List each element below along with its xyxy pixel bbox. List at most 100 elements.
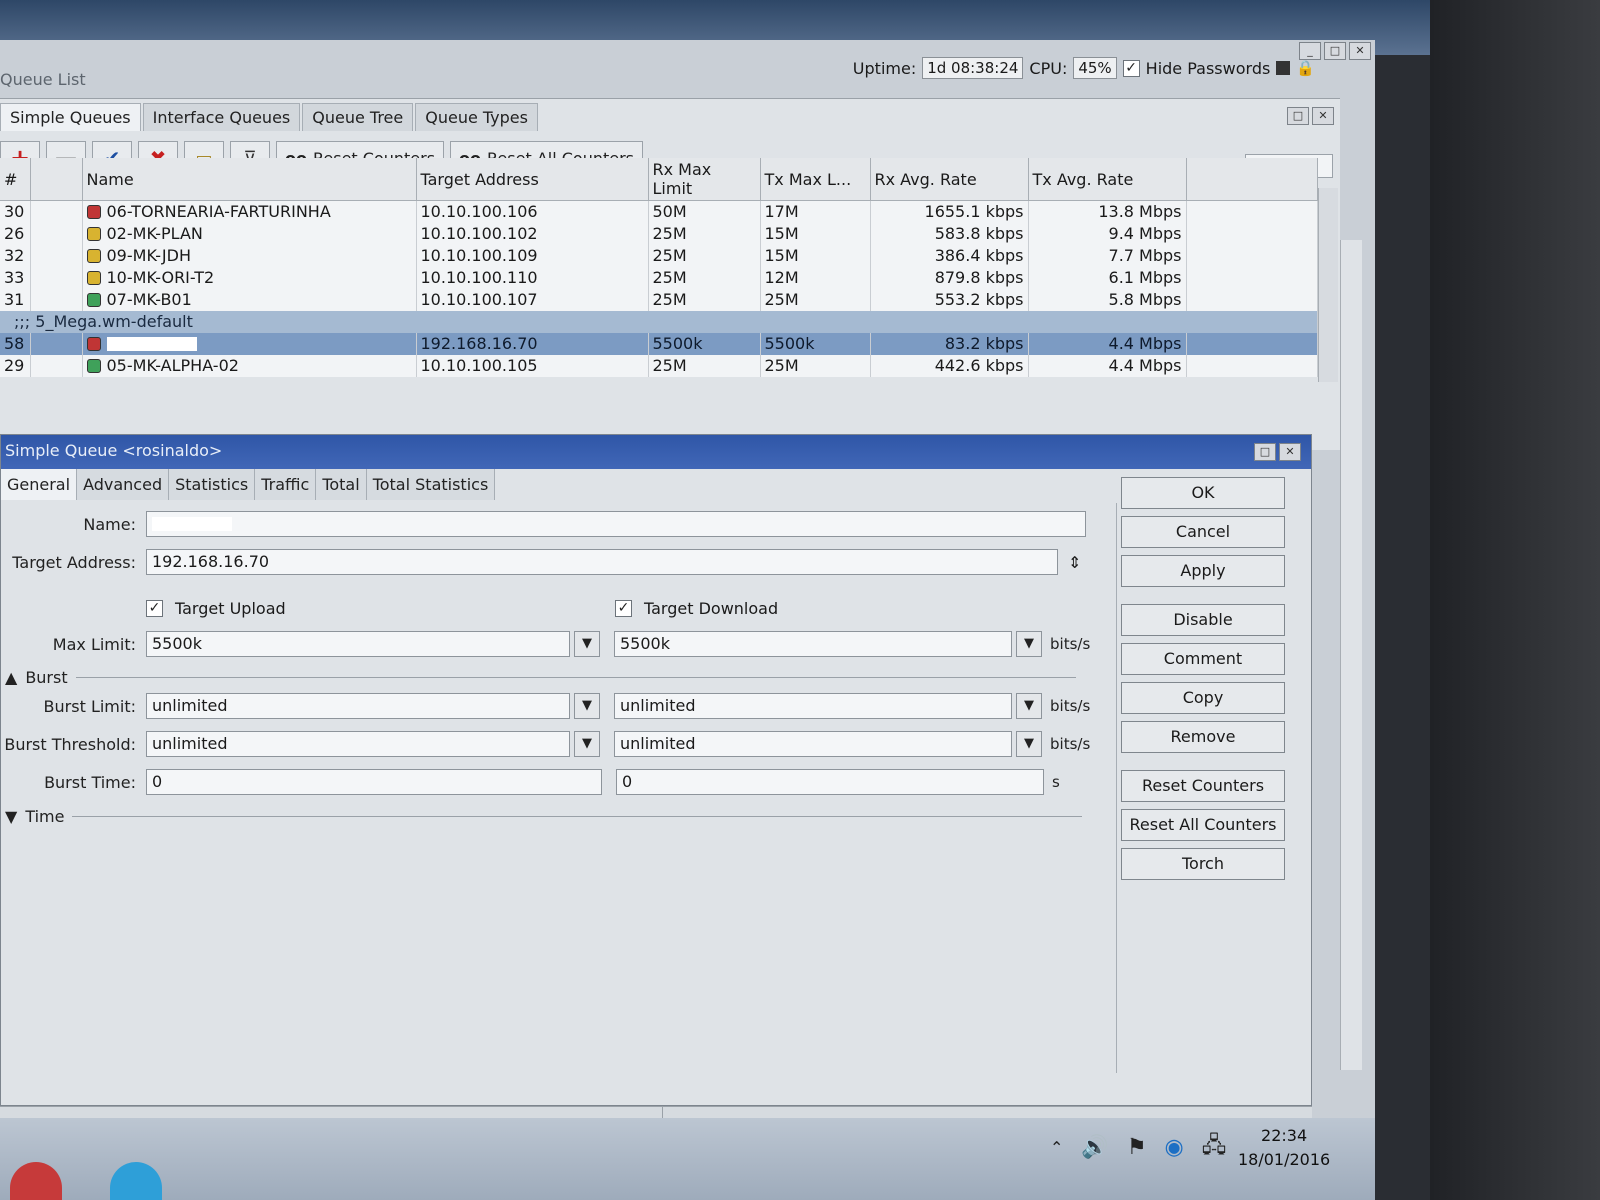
tray-expand-icon[interactable]: ⌃ [1050,1138,1063,1157]
time-section[interactable]: ▼ Time [5,807,1083,826]
table-row[interactable]: 29 05-MK-ALPHA-02 10.10.100.105 25M 25M … [0,354,1318,377]
burst-threshold-download-field[interactable]: unlimited [614,731,1012,757]
torch-button[interactable]: Torch [1121,848,1285,880]
dialog-close-button[interactable]: ✕ [1279,443,1301,461]
target-address-label: Target Address: [12,552,136,572]
table-scrollbar[interactable] [1318,188,1338,382]
reset-counters-button[interactable]: Reset Counters [1121,770,1285,802]
tab-traffic[interactable]: Traffic [255,469,317,500]
apply-button[interactable]: Apply [1121,555,1285,587]
cancel-button[interactable]: Cancel [1121,516,1285,548]
row-rx-avg: 583.8 kbps [870,222,1029,245]
burst-threshold-upload-field[interactable]: unlimited [146,731,570,757]
row-rx-avg: 386.4 kbps [870,244,1029,267]
dropdown-arrow-icon[interactable]: ▼ [574,693,600,719]
updown-icon[interactable]: ⇕ [1068,553,1081,572]
flag-icon[interactable]: ⚑ [1127,1135,1147,1160]
row-num: 32 [0,244,31,267]
col-name[interactable]: Name [82,158,417,201]
table-row[interactable]: 32 09-MK-JDH 10.10.100.109 25M 15M 386.4 kbps… [0,244,1318,267]
taskbar-app-icon[interactable] [110,1162,162,1200]
col-rx-max[interactable]: Rx Max Limit [648,158,761,201]
panel-maximize-button[interactable]: □ [1287,107,1309,125]
col-num[interactable]: # [0,158,31,201]
burst-time-label: Burst Time: [44,772,136,792]
max-limit-row: Max Limit: 5500k ▼ 5500k ▼ bits/s [1,631,1090,657]
tab-queue-types[interactable]: Queue Types [415,103,538,131]
row-name [82,332,417,355]
burst-limit-upload-field[interactable]: unlimited [146,693,570,719]
tab-total[interactable]: Total [316,469,367,500]
row-target: 10.10.100.105 [416,354,649,377]
dialog-maximize-button[interactable]: □ [1254,443,1276,461]
volume-icon[interactable]: 🔊 [1081,1135,1108,1160]
burst-limit-download-field[interactable]: unlimited [614,693,1012,719]
dialog-title[interactable]: Simple Queue <rosinaldo> [1,435,1311,469]
network-icon[interactable]: 🖧 [1202,1128,1227,1166]
row-extra [1186,266,1318,289]
comment-button[interactable]: Comment [1121,643,1285,675]
panel-close-button[interactable]: ✕ [1312,107,1334,125]
target-upload-checkbox[interactable]: ✓ [146,600,163,617]
table-row-selected[interactable]: 58 192.168.16.70 5500k 5500k 83.2 kbps 4… [0,332,1318,355]
tab-total-statistics[interactable]: Total Statistics [366,469,496,500]
row-target: 10.10.100.110 [416,266,649,289]
row-num: 31 [0,288,31,311]
burst-time-unit: s [1052,773,1060,791]
burst-section-label: Burst [25,668,68,687]
tab-simple-queues[interactable]: Simple Queues [0,103,141,131]
time-section-label: Time [25,807,65,826]
col-tx-avg[interactable]: Tx Avg. Rate [1028,158,1187,201]
target-address-field[interactable]: 192.168.16.70 [146,549,1058,575]
row-tx-max: 15M [760,244,871,267]
col-spacer [30,158,83,201]
remove-button[interactable]: Remove [1121,721,1285,753]
row-target: 10.10.100.106 [416,200,649,223]
dropdown-arrow-icon[interactable]: ▼ [1016,693,1042,719]
window-scrollbar[interactable] [1340,240,1362,1070]
row-rx-avg: 553.2 kbps [870,288,1029,311]
tab-interface-queues[interactable]: Interface Queues [142,103,301,131]
tab-general[interactable]: General [1,469,78,500]
dropdown-arrow-icon[interactable]: ▼ [1016,631,1042,657]
copy-button[interactable]: Copy [1121,682,1285,714]
dropdown-arrow-icon[interactable]: ▼ [1016,731,1042,757]
max-limit-download-field[interactable]: 5500k [614,631,1012,657]
comment-row[interactable]: ;;; 5_Mega.wm-default [0,310,1318,333]
reset-all-counters-button[interactable]: Reset All Counters [1121,809,1285,841]
hide-passwords-checkbox[interactable]: ✓ [1122,59,1140,77]
burst-time-upload-field[interactable]: 0 [146,769,602,795]
table-row[interactable]: 31 07-MK-B01 10.10.100.107 25M 25M 553.2 kbps… [0,288,1318,311]
col-rx-avg[interactable]: Rx Avg. Rate [870,158,1029,201]
maximize-button[interactable]: □ [1324,42,1346,60]
burst-section[interactable]: ▲ Burst [5,668,1076,687]
disable-button[interactable]: Disable [1121,604,1285,636]
burst-time-download-field[interactable]: 0 [616,769,1044,795]
taskbar-app-icon[interactable] [10,1162,62,1200]
name-field[interactable] [146,511,1086,537]
monitor-bezel [1430,0,1600,1200]
close-button[interactable]: ✕ [1349,42,1371,60]
queue-status-icon [86,293,101,307]
row-tx-avg: 4.4 Mbps [1028,354,1187,377]
section-divider [72,816,1083,817]
dropdown-arrow-icon[interactable]: ▼ [574,731,600,757]
col-tx-max[interactable]: Tx Max L... [760,158,871,201]
max-limit-upload-field[interactable]: 5500k [146,631,570,657]
collapse-triangle-icon: ▲ [5,668,18,687]
target-download-checkbox[interactable]: ✓ [615,600,632,617]
network-app-icon[interactable]: ◉ [1165,1135,1184,1160]
tab-statistics[interactable]: Statistics [169,469,256,500]
table-row[interactable]: 30 06-TORNEARIA-FARTURINHA 10.10.100.106 50… [0,200,1318,223]
clock[interactable]: 22:34 18/01/2016 [1238,1124,1330,1172]
col-target[interactable]: Target Address [416,158,649,201]
row-spacer [30,222,83,245]
row-extra [1186,354,1318,377]
tab-queue-tree[interactable]: Queue Tree [302,103,414,131]
row-name-text: 06-TORNEARIA-FARTURINHA [106,202,331,222]
table-row[interactable]: 26 02-MK-PLAN 10.10.100.102 25M 15M 583.8 kbp… [0,222,1318,245]
table-row[interactable]: 33 10-MK-ORI-T2 10.10.100.110 25M 12M 879.8 k… [0,266,1318,289]
tab-advanced[interactable]: Advanced [77,469,170,500]
dropdown-arrow-icon[interactable]: ▼ [574,631,600,657]
ok-button[interactable]: OK [1121,477,1285,509]
